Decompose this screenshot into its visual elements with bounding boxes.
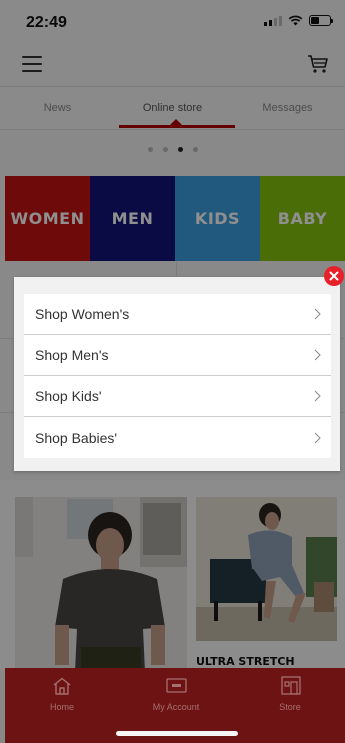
chevron-right-icon [314,308,321,320]
close-modal-button[interactable] [324,266,344,286]
shop-mens-item[interactable]: Shop Men's [24,335,331,376]
chevron-right-icon [314,390,321,402]
chevron-right-icon [314,432,321,443]
shop-category-modal: Shop Women's Shop Men's Shop Kids' Shop … [14,277,340,471]
chevron-right-icon [314,349,321,361]
home-icon [53,677,71,695]
shop-kids-item[interactable]: Shop Kids' [24,376,331,417]
shop-category-list: Shop Women's Shop Men's Shop Kids' Shop … [24,294,331,458]
shop-babies-item[interactable]: Shop Babies' [24,417,331,458]
nav-store-label: Store [279,702,301,712]
list-item-label: Shop Kids' [35,388,102,404]
membership-card-icon [166,678,187,693]
nav-home-label: Home [49,702,74,712]
store-icon [281,676,301,695]
shop-womens-item[interactable]: Shop Women's [24,294,331,335]
screen: 22:49 News Online store Messages WOMEN M… [0,0,345,743]
nav-my-account-label: My Account [152,702,200,712]
list-item-label: Shop Men's [35,347,109,363]
home-indicator[interactable] [116,731,238,736]
close-icon [329,271,339,281]
list-item-label: Shop Women's [35,306,130,322]
list-item-label: Shop Babies' [35,429,118,446]
